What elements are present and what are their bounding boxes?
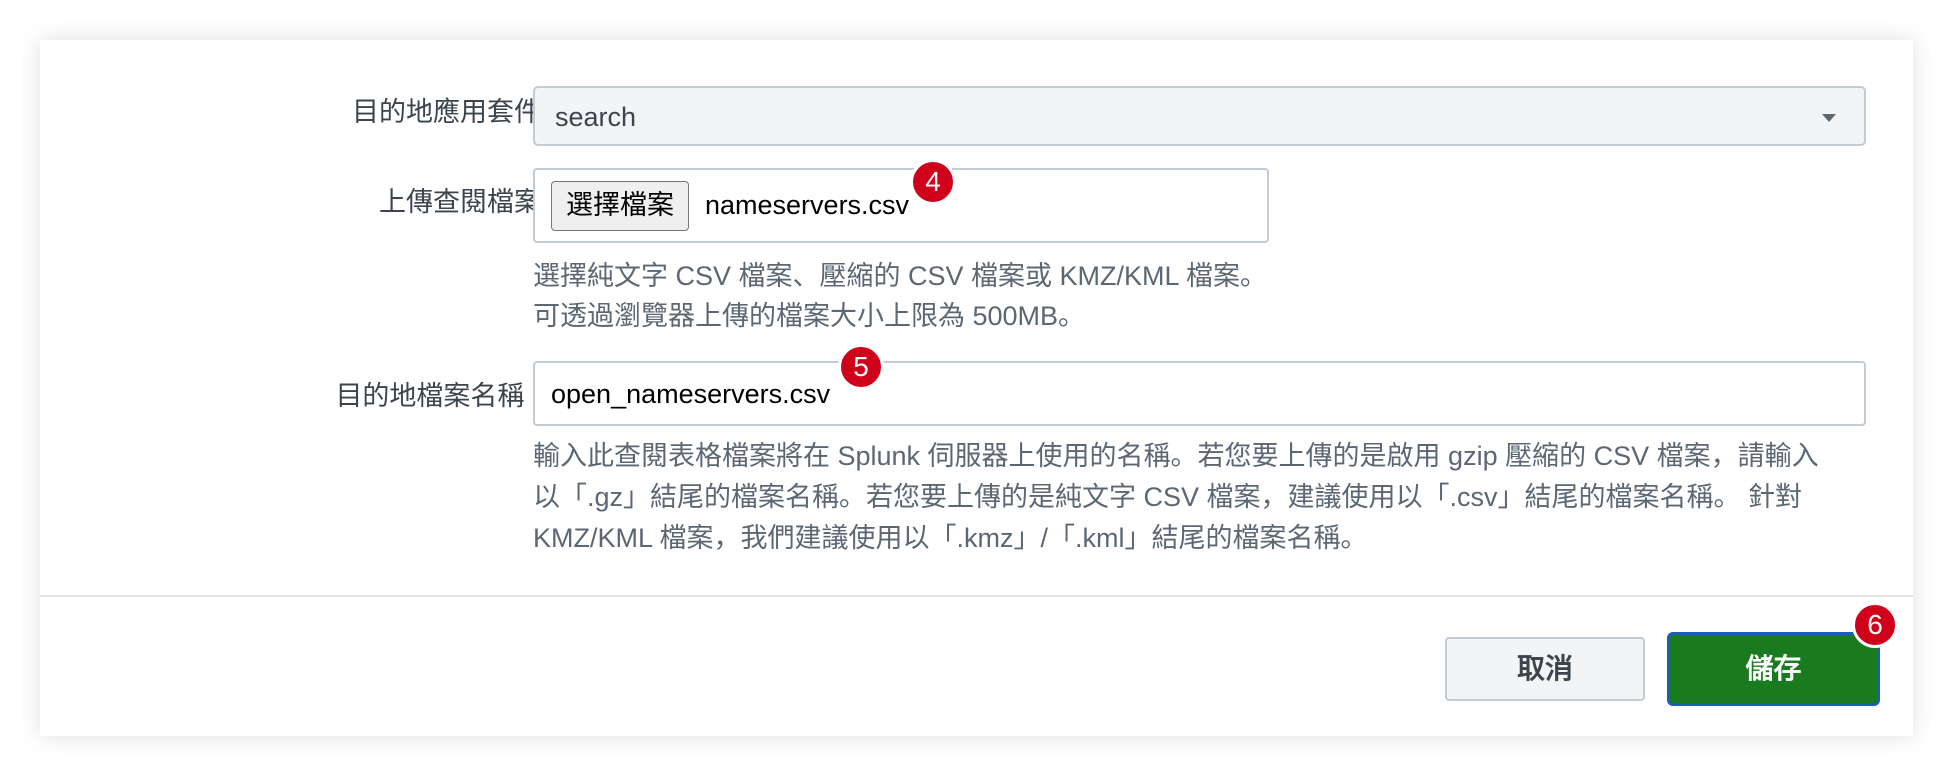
step-badge-4: 4 (910, 159, 956, 205)
dest-app-label: 目的地應用套件 (352, 97, 541, 127)
cancel-button[interactable]: 取消 (1445, 637, 1645, 701)
save-button[interactable]: 儲存 (1667, 632, 1880, 706)
upload-help-line2: 可透過瀏覽器上傳的檔案大小上限為 500MB。 (533, 301, 1086, 331)
filename-help-line3: KMZ/KML 檔案，我們建議使用以「.kmz」/「.kml」結尾的檔案名稱。 (533, 523, 1368, 553)
choose-file-button[interactable]: 選擇檔案 (551, 181, 689, 231)
dest-filename-label: 目的地檔案名稱* (335, 374, 541, 413)
selected-file-name: nameservers.csv (705, 190, 910, 220)
dest-app-select[interactable]: search (533, 86, 1866, 146)
file-upload-field: 選擇檔案 nameservers.csv (533, 168, 1269, 243)
dest-filename-label-text: 目的地檔案名稱 (335, 381, 525, 411)
step-badge-6: 6 (1852, 602, 1898, 648)
caret-down-icon (1822, 114, 1836, 122)
upload-help-line1: 選擇純文字 CSV 檔案、壓縮的 CSV 檔案或 KMZ/KML 檔案。 (533, 261, 1268, 291)
dest-filename-value: open_nameservers.csv (551, 379, 831, 409)
step-badge-5: 5 (838, 344, 884, 390)
footer-divider (40, 595, 1913, 597)
upload-file-label: 上傳查閱檔案 (379, 187, 541, 217)
filename-help-line1: 輸入此查閱表格檔案將在 Splunk 伺服器上使用的名稱。若您要上傳的是啟用 g… (533, 441, 1819, 471)
dest-app-value: search (555, 102, 637, 132)
filename-help-line2: 以「.gz」結尾的檔案名稱。若您要上傳的是純文字 CSV 檔案，建議使用以「.c… (533, 482, 1803, 512)
dest-filename-input[interactable]: open_nameservers.csv (533, 361, 1866, 426)
lookup-upload-form: 目的地應用套件 search 上傳查閱檔案 選擇檔案 nameservers.c… (40, 40, 1913, 736)
